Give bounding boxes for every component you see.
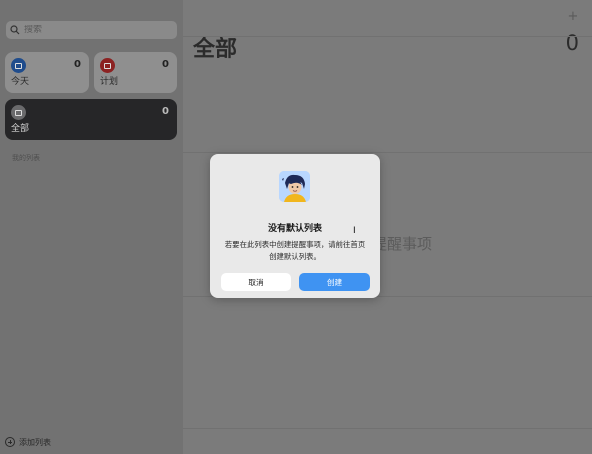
text-cursor-icon: I	[353, 226, 356, 236]
plus-icon[interactable]: +	[567, 10, 579, 23]
smart-list-all[interactable]: 0 全部	[5, 99, 177, 140]
today-count: 0	[74, 59, 81, 70]
empty-state-text: 提醒事项	[372, 235, 433, 253]
divider	[183, 428, 592, 429]
calendar-icon	[11, 58, 26, 73]
all-label: 全部	[11, 124, 30, 134]
my-lists-heading: 我的列表	[12, 154, 40, 162]
tray-icon	[11, 105, 26, 120]
calendar-grid-icon	[100, 58, 115, 73]
divider	[183, 152, 592, 153]
search-input[interactable]	[24, 25, 174, 35]
add-list-button[interactable]: 添加列表	[5, 436, 51, 448]
search-field[interactable]	[6, 21, 177, 39]
today-label: 今天	[11, 77, 30, 87]
reminders-window: 0 今天 0 计划 0 全部 我的列表 添加列表 + 全部 0 提醒事项	[0, 0, 592, 454]
smart-list-today[interactable]: 0 今天	[5, 52, 89, 93]
divider	[183, 36, 592, 37]
add-list-label: 添加列表	[19, 437, 51, 447]
plus-circle-icon	[5, 437, 15, 447]
sidebar: 0 今天 0 计划 0 全部 我的列表 添加列表	[0, 0, 183, 454]
reminder-count: 0	[565, 31, 579, 55]
app-avatar-icon	[279, 171, 310, 202]
dialog-message: 若要在此列表中创建提醒事项，请前往首页创建默认列表。	[224, 240, 366, 261]
plan-count: 0	[162, 59, 169, 70]
smart-list-plan[interactable]: 0 计划	[94, 52, 177, 93]
plan-label: 计划	[100, 77, 119, 87]
all-count: 0	[162, 106, 169, 117]
search-icon	[10, 25, 20, 35]
cancel-button[interactable]: 取消	[221, 273, 291, 291]
create-button[interactable]: 创建	[299, 273, 370, 291]
